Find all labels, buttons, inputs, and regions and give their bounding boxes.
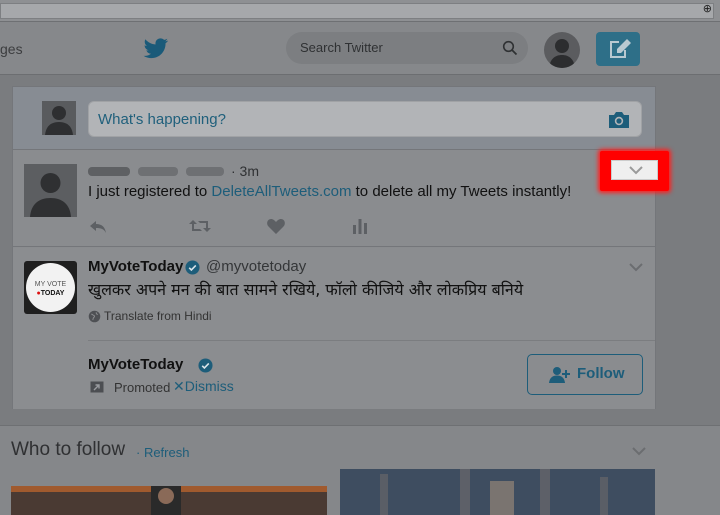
suggestion-card[interactable] bbox=[11, 486, 327, 515]
suggestion-photo bbox=[11, 486, 327, 515]
promo-tweet-text: खुलकर अपने मन की बात सामने रखिये, फॉलो क… bbox=[88, 280, 524, 299]
compose-area: What's happening? bbox=[13, 87, 655, 150]
tweet-actions bbox=[88, 217, 388, 237]
tweet-options-button[interactable] bbox=[611, 160, 658, 180]
add-user-icon bbox=[549, 367, 570, 383]
nav-item-messages[interactable]: ges bbox=[0, 41, 23, 57]
promo-account-name-2[interactable]: MyVoteToday bbox=[88, 356, 183, 373]
profile-avatar[interactable] bbox=[544, 32, 580, 68]
divider bbox=[88, 340, 655, 341]
promo-account-handle[interactable]: @myvotetoday bbox=[206, 258, 306, 275]
compose-tweet-input[interactable]: What's happening? bbox=[88, 101, 642, 137]
dismiss-label: Dismiss bbox=[184, 378, 234, 394]
compose-tweet-button[interactable] bbox=[596, 32, 640, 66]
analytics-icon[interactable] bbox=[350, 217, 370, 235]
translate-link[interactable]: Translate from Hindi bbox=[104, 309, 212, 323]
globe-icon bbox=[88, 310, 101, 323]
suggestion-photo bbox=[340, 469, 655, 515]
compose-placeholder: What's happening? bbox=[98, 111, 226, 128]
who-to-follow-panel: Who to follow · Refresh bbox=[0, 425, 720, 515]
logo-text-top: MY VOTE bbox=[34, 281, 67, 288]
chevron-down-icon[interactable] bbox=[632, 446, 646, 456]
tweet[interactable]: · 3m I just registered to DeleteAllTweet… bbox=[13, 151, 655, 247]
chevron-down-icon bbox=[629, 166, 643, 175]
zoom-icon[interactable]: ⊕ bbox=[703, 2, 712, 15]
user-silhouette-icon bbox=[549, 39, 575, 68]
tweet-avatar[interactable] bbox=[24, 164, 77, 217]
promoted-label: Promoted bbox=[114, 380, 171, 395]
promoted-tweet[interactable]: MY VOTE ●TODAY MyVoteToday @myvotetoday … bbox=[13, 248, 655, 409]
user-silhouette-icon bbox=[45, 106, 73, 135]
twitter-bird-icon[interactable] bbox=[143, 38, 169, 60]
retweet-icon[interactable] bbox=[188, 217, 212, 235]
who-to-follow-title: Who to follow bbox=[11, 439, 126, 460]
tweet-text-end: to delete all my Tweets instantly! bbox=[351, 183, 572, 200]
search-icon[interactable] bbox=[502, 40, 518, 56]
tweet-timestamp[interactable]: · 3m bbox=[231, 163, 259, 179]
refresh-link[interactable]: · Refresh bbox=[136, 445, 189, 460]
reply-icon[interactable] bbox=[88, 217, 108, 235]
search-input[interactable]: Search Twitter bbox=[286, 32, 528, 64]
follow-button[interactable]: Follow bbox=[527, 354, 643, 395]
logo-text-bottom-word: TODAY bbox=[40, 290, 65, 297]
chevron-down-icon[interactable] bbox=[629, 262, 643, 272]
verified-badge-icon bbox=[185, 260, 200, 275]
user-silhouette-icon bbox=[30, 173, 71, 217]
follow-label: Follow bbox=[577, 365, 625, 382]
compose-avatar bbox=[42, 101, 76, 135]
like-icon[interactable] bbox=[266, 217, 286, 235]
suggestion-card[interactable] bbox=[340, 469, 655, 515]
camera-icon[interactable] bbox=[607, 110, 631, 130]
promoted-icon bbox=[90, 381, 104, 393]
browser-bar: ⊕ bbox=[0, 0, 720, 22]
close-icon: ✕ bbox=[173, 379, 185, 395]
compose-tweet-icon bbox=[610, 39, 631, 58]
address-bar[interactable] bbox=[0, 3, 714, 19]
myvotetoday-logo[interactable]: MY VOTE ●TODAY bbox=[24, 261, 77, 314]
verified-badge-icon bbox=[198, 358, 213, 373]
blurred-username bbox=[88, 164, 226, 178]
promo-account-name[interactable]: MyVoteToday bbox=[88, 258, 183, 275]
search-placeholder: Search Twitter bbox=[300, 40, 383, 55]
tweet-link[interactable]: DeleteAllTweets.com bbox=[211, 183, 351, 200]
tweet-text-start: I just registered to bbox=[88, 183, 212, 200]
logo-ring: MY VOTE ●TODAY bbox=[26, 263, 75, 312]
tweet-options-highlight bbox=[600, 151, 669, 191]
top-navigation: ges Search Twitter bbox=[0, 22, 720, 75]
tweet-text: I just registered to DeleteAllTweets.com… bbox=[88, 183, 571, 200]
dismiss-link[interactable]: ✕Dismiss bbox=[173, 378, 234, 395]
logo-text-bottom: ●TODAY bbox=[36, 290, 65, 297]
timeline: What's happening? · 3m I just registered… bbox=[12, 86, 656, 409]
